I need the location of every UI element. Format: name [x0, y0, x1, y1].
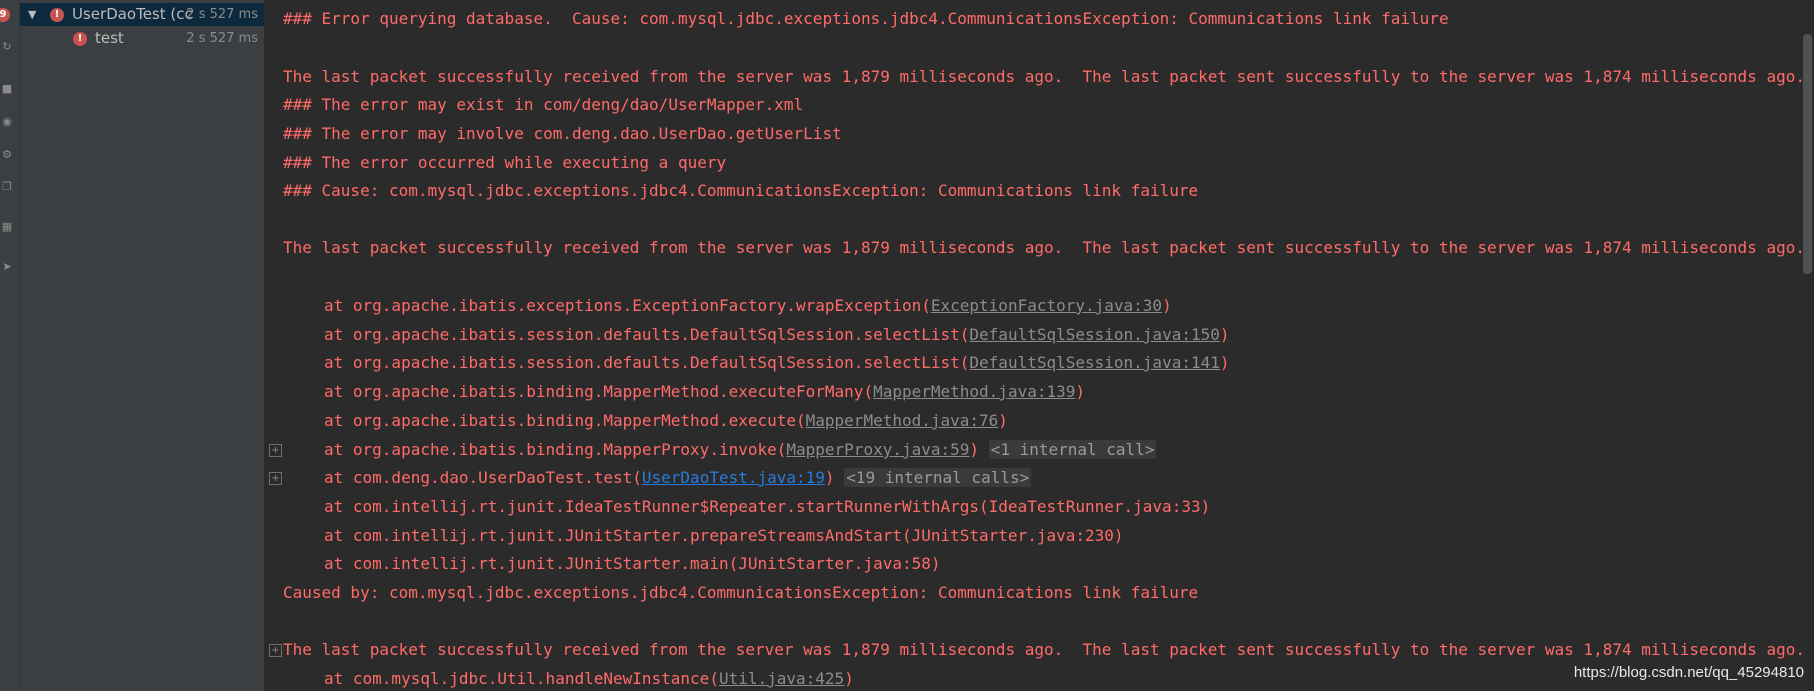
stack-frame: at org.apache.ibatis.session.defaults.De…	[324, 325, 1230, 344]
source-link[interactable]: ExceptionFactory.java:30	[931, 296, 1162, 315]
source-link[interactable]: MapperMethod.java:139	[873, 382, 1075, 401]
stack-frame: at com.intellij.rt.junit.JUnitStarter.pr…	[324, 526, 1124, 545]
source-link[interactable]: MapperMethod.java:76	[806, 411, 999, 430]
tree-item-test[interactable]: ! test 2 s 527 ms	[20, 27, 264, 50]
tree-item-label: UserDaoTest (cc	[72, 5, 193, 23]
console-output[interactable]: ### Error querying database. Cause: com.…	[265, 0, 1814, 691]
expand-plus-icon[interactable]: +	[269, 444, 282, 457]
console-line: ### Error querying database. Cause: com.…	[283, 9, 1449, 28]
source-link[interactable]: UserDaoTest.java:19	[642, 468, 825, 487]
test-failed-icon: !	[73, 32, 87, 46]
stack-frame: at org.apache.ibatis.binding.MapperMetho…	[324, 411, 1008, 430]
tree-item-userdaotest[interactable]: ▼ ! UserDaoTest (cc 2 s 527 ms	[20, 3, 264, 26]
tree-item-time: 2 s 527 ms	[186, 31, 258, 46]
expand-plus-icon[interactable]: +	[269, 644, 282, 657]
stack-frame: at org.apache.ibatis.binding.MapperProxy…	[324, 440, 1157, 459]
vertical-scrollbar[interactable]	[1803, 34, 1812, 274]
stack-frame: at org.apache.ibatis.exceptions.Exceptio…	[324, 296, 1172, 315]
rerun-icon[interactable]: ↻	[0, 40, 14, 54]
console-line: The last packet successfully received fr…	[283, 640, 1805, 659]
test-failed-icon: !	[50, 8, 64, 22]
expand-plus-icon[interactable]: +	[269, 472, 282, 485]
pin-icon[interactable]: ➤	[0, 260, 14, 274]
tree-item-time: 2 s 527 ms	[186, 7, 258, 22]
source-link[interactable]: DefaultSqlSession.java:150	[969, 325, 1219, 344]
source-link[interactable]: DefaultSqlSession.java:141	[969, 353, 1219, 372]
stack-frame: at org.apache.ibatis.binding.MapperMetho…	[324, 382, 1086, 401]
ide-window: 9 ↻ ■ ◉ ⚙ ❐ ▦ ➤ ▼ ! UserDaoTest (cc 2 s …	[0, 0, 1814, 691]
console-line: ### Cause: com.mysql.jdbc.exceptions.jdb…	[283, 181, 1199, 200]
stack-frame: at com.intellij.rt.junit.JUnitStarter.ma…	[324, 554, 941, 573]
console-line: ### The error may involve com.deng.dao.U…	[283, 124, 842, 143]
error-count-badge: 9	[0, 8, 10, 22]
layout-icon[interactable]: ▦	[0, 220, 14, 234]
console-line: The last packet successfully received fr…	[283, 67, 1805, 86]
export-icon[interactable]: ❐	[0, 180, 14, 194]
settings-icon[interactable]: ⚙	[0, 148, 14, 162]
stack-frame: at org.apache.ibatis.session.defaults.De…	[324, 353, 1230, 372]
stack-frame: at com.deng.dao.UserDaoTest.test(UserDao…	[324, 468, 1032, 487]
console-line: The last packet successfully received fr…	[283, 238, 1805, 257]
source-link[interactable]: Util.java:425	[719, 669, 844, 688]
folded-calls[interactable]: <19 internal calls>	[844, 468, 1032, 487]
stack-frame: at com.mysql.jdbc.Util.handleNewInstance…	[324, 669, 854, 688]
watermark: https://blog.csdn.net/qq_45294810	[1573, 664, 1804, 681]
test-results-tree: ▼ ! UserDaoTest (cc 2 s 527 ms ! test 2 …	[20, 0, 265, 691]
test-runner-toolbar: 9 ↻ ■ ◉ ⚙ ❐ ▦ ➤	[0, 0, 20, 691]
tree-item-label: test	[95, 29, 124, 47]
caused-by-line: Caused by: com.mysql.jdbc.exceptions.jdb…	[283, 583, 1199, 602]
source-link[interactable]: MapperProxy.java:59	[786, 440, 969, 459]
chevron-down-icon[interactable]: ▼	[28, 3, 36, 26]
console-line: ### The error occurred while executing a…	[283, 153, 727, 172]
folded-calls[interactable]: <1 internal call>	[988, 440, 1157, 459]
console-line: ### The error may exist in com/deng/dao/…	[283, 95, 804, 114]
camera-icon[interactable]: ◉	[0, 115, 14, 129]
stack-frame: at com.intellij.rt.junit.IdeaTestRunner$…	[324, 497, 1211, 516]
stop-icon[interactable]: ■	[0, 82, 14, 96]
